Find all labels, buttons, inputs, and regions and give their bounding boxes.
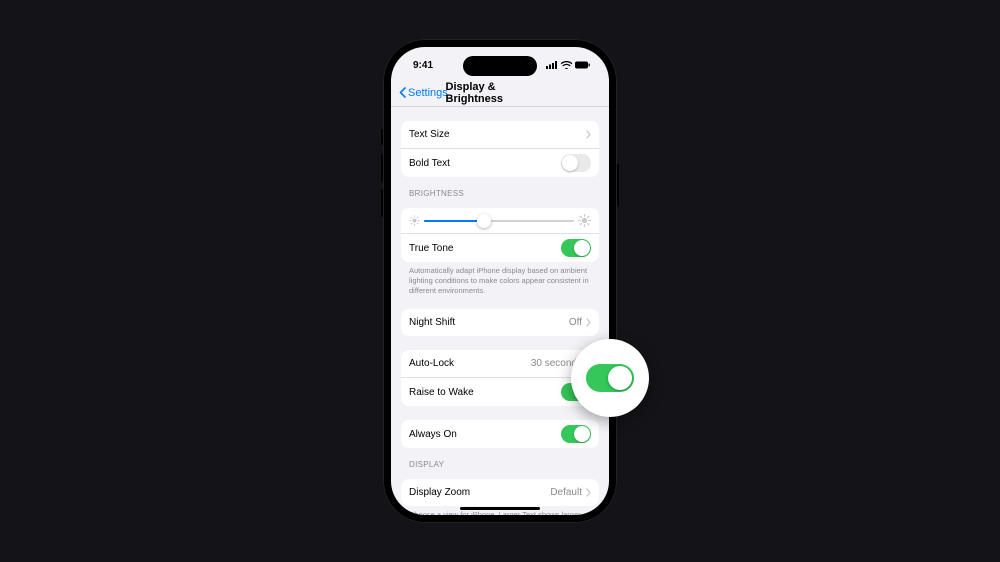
wifi-icon	[561, 61, 572, 69]
row-value: Off	[569, 317, 582, 328]
text-size-row[interactable]: Text Size	[401, 121, 599, 148]
navigation-bar: Settings Display & Brightness	[391, 79, 609, 107]
true-tone-footer: Automatically adapt iPhone display based…	[409, 266, 591, 295]
battery-icon	[575, 61, 591, 69]
night-shift-group: Night Shift Off	[401, 309, 599, 336]
page-title: Display & Brightness	[446, 81, 555, 105]
brightness-group: True Tone	[401, 208, 599, 262]
bold-text-toggle[interactable]	[561, 154, 591, 172]
always-on-group: Always On	[401, 420, 599, 448]
text-group: Text Size Bold Text	[401, 121, 599, 177]
true-tone-toggle[interactable]	[561, 239, 591, 257]
mute-switch	[381, 129, 383, 145]
row-label: Display Zoom	[409, 487, 470, 498]
sun-max-icon	[578, 214, 591, 227]
chevron-right-icon	[586, 318, 591, 327]
row-label: Always On	[409, 429, 457, 440]
brightness-slider[interactable]	[424, 220, 574, 222]
always-on-row: Always On	[401, 420, 599, 448]
chevron-right-icon	[586, 488, 591, 497]
row-label: Bold Text	[409, 158, 450, 169]
status-time: 9:41	[413, 60, 433, 71]
row-label: Text Size	[409, 129, 450, 140]
screen: 9:41 Settings Display & Brightness Text …	[391, 47, 609, 515]
bold-text-row: Bold Text	[401, 148, 599, 177]
dynamic-island	[463, 56, 537, 76]
volume-down-button	[381, 189, 383, 217]
raise-to-wake-row: Raise to Wake	[401, 377, 599, 406]
true-tone-row: True Tone	[401, 233, 599, 262]
cellular-icon	[546, 61, 558, 69]
slider-knob[interactable]	[477, 214, 491, 228]
auto-lock-row[interactable]: Auto-Lock 30 seconds	[401, 350, 599, 377]
always-on-toggle-magnified	[586, 364, 634, 392]
row-label: Night Shift	[409, 317, 455, 328]
back-label: Settings	[408, 87, 448, 99]
lock-group: Auto-Lock 30 seconds Raise to Wake	[401, 350, 599, 406]
row-label: Auto-Lock	[409, 358, 454, 369]
settings-content[interactable]: Text Size Bold Text BRIGHTNESS	[391, 107, 609, 515]
side-button	[617, 164, 619, 206]
night-shift-row[interactable]: Night Shift Off	[401, 309, 599, 336]
back-button[interactable]: Settings	[399, 87, 448, 99]
chevron-right-icon	[586, 130, 591, 139]
row-label: Raise to Wake	[409, 387, 474, 398]
display-zoom-group: Display Zoom Default	[401, 479, 599, 506]
display-header: DISPLAY	[409, 460, 591, 469]
brightness-slider-row	[401, 208, 599, 233]
iphone-frame: 9:41 Settings Display & Brightness Text …	[383, 39, 617, 523]
chevron-left-icon	[399, 87, 406, 98]
sun-min-icon	[409, 215, 420, 226]
magnifier-callout	[571, 339, 649, 417]
row-label: True Tone	[409, 243, 453, 254]
volume-up-button	[381, 154, 383, 182]
always-on-toggle[interactable]	[561, 425, 591, 443]
row-value: Default	[550, 487, 582, 498]
brightness-header: BRIGHTNESS	[409, 189, 591, 198]
home-indicator[interactable]	[460, 507, 540, 510]
display-zoom-footer: Choose a view for iPhone. Larger Text sh…	[409, 510, 591, 515]
display-zoom-row[interactable]: Display Zoom Default	[401, 479, 599, 506]
